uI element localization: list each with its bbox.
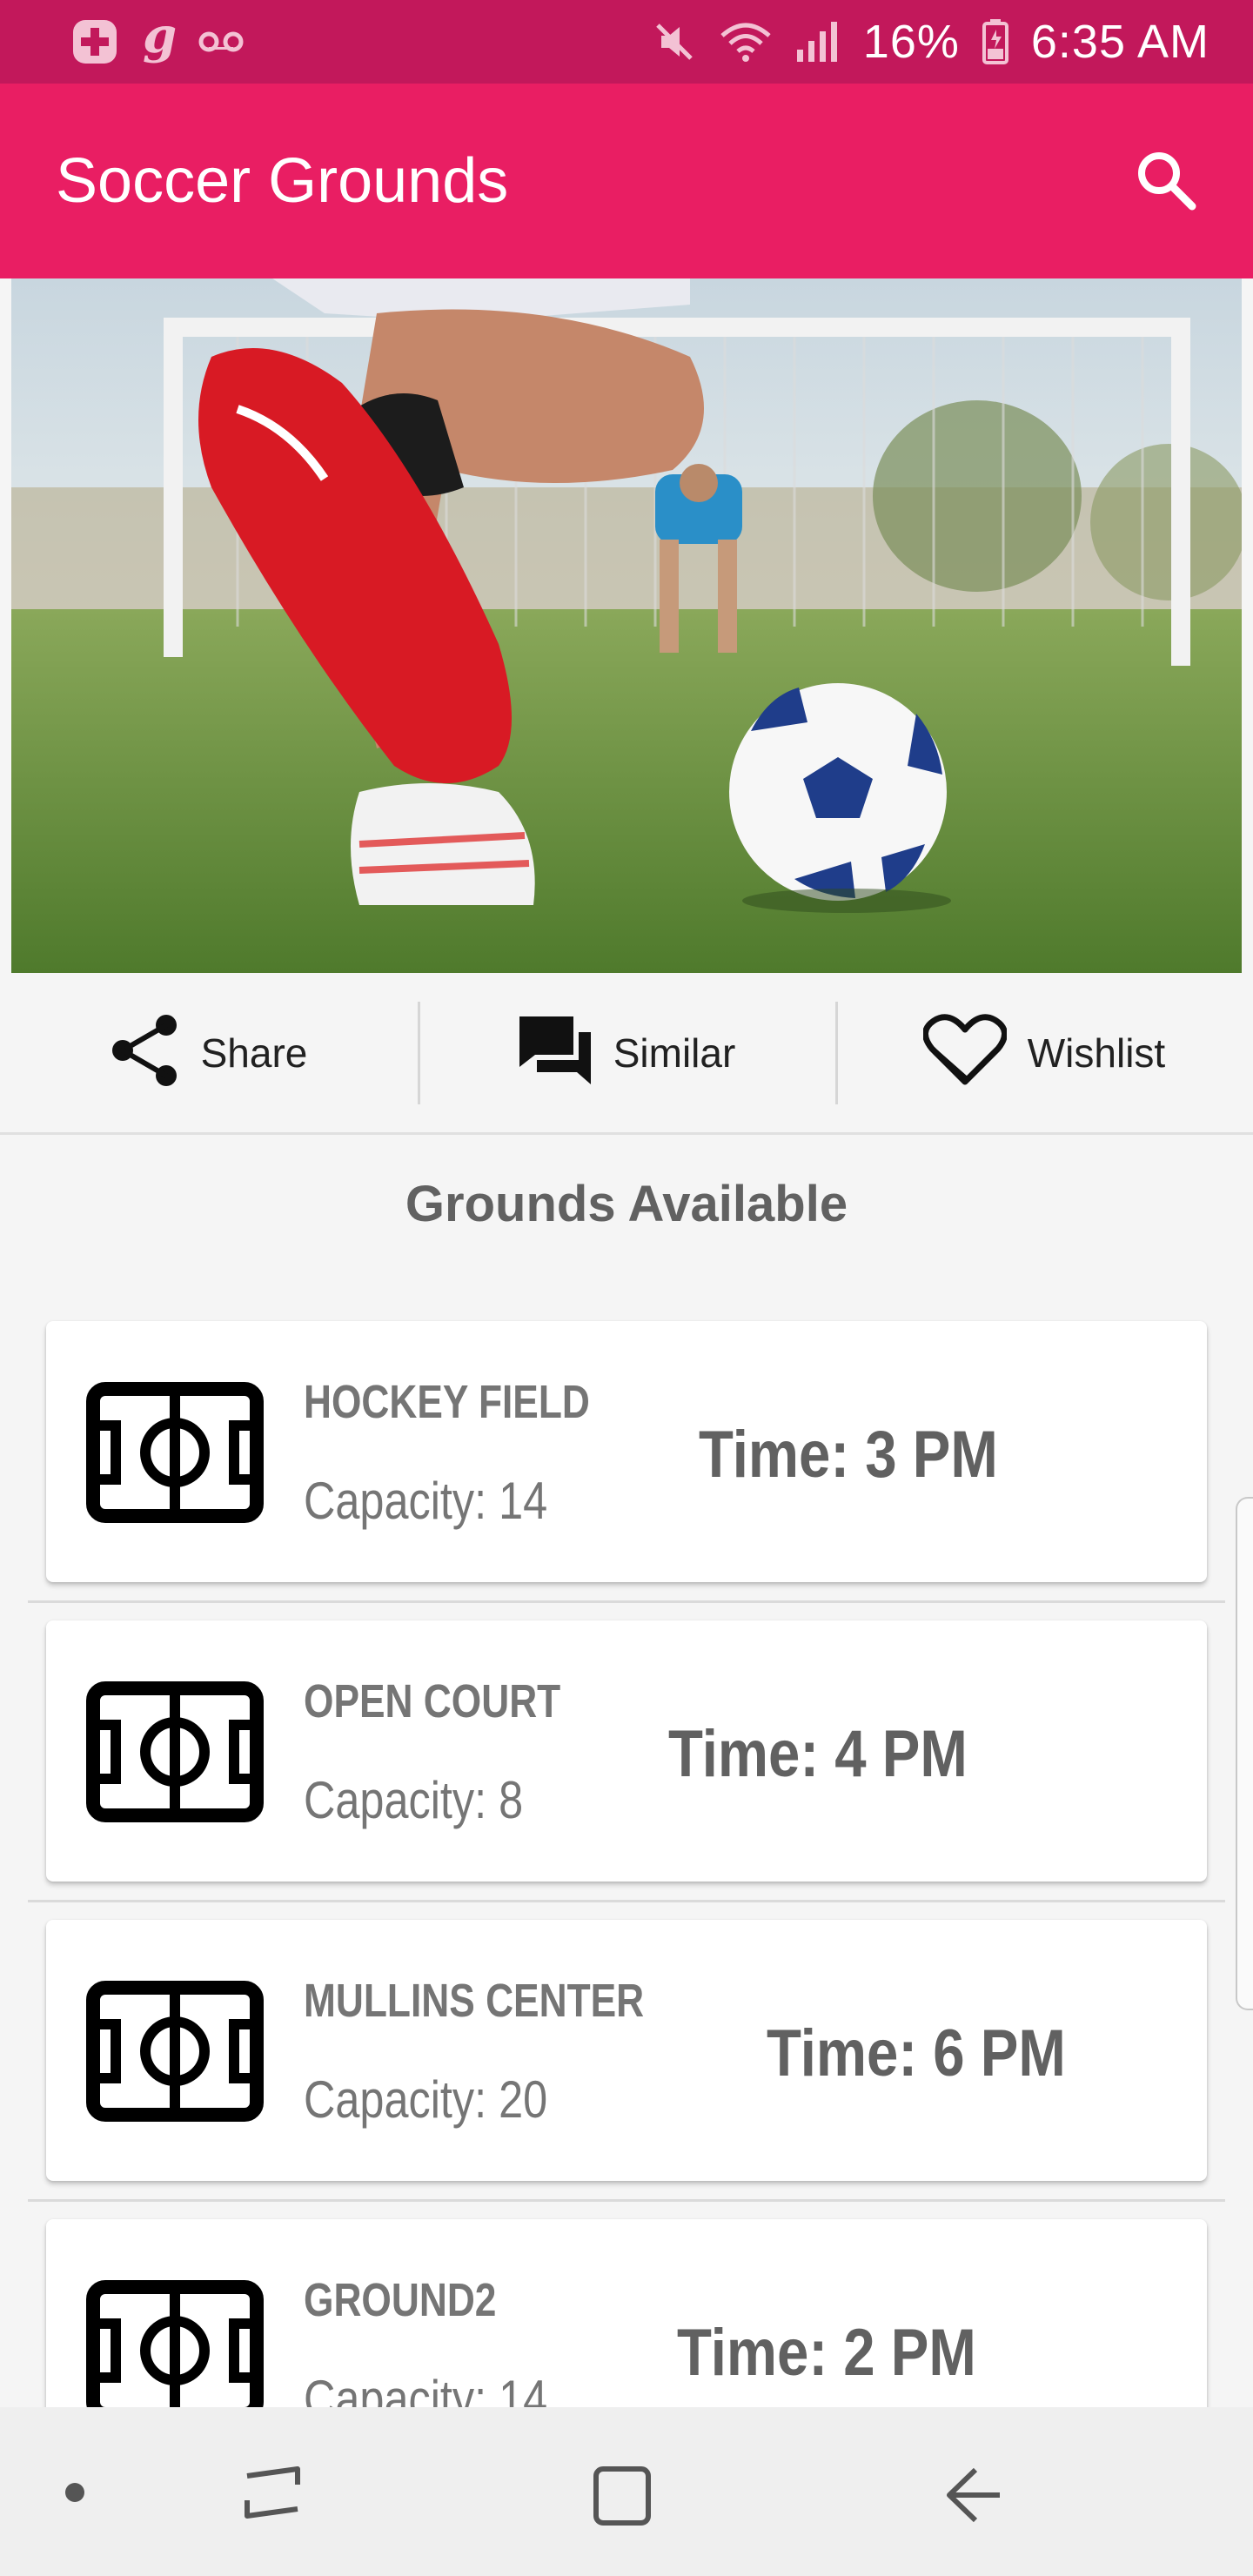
back-icon[interactable] — [944, 2465, 1003, 2530]
list-divider — [28, 1900, 1225, 1902]
ground-capacity: Capacity: 20 — [304, 2070, 548, 2129]
recents-icon[interactable] — [242, 2464, 303, 2526]
ground-card-open-court[interactable]: OPEN COURT Capacity: 8 Time: 4 PM — [46, 1620, 1207, 1882]
ground-time: Time: 4 PM — [668, 1717, 968, 1791]
ground-capacity: Capacity: 14 — [304, 1472, 548, 1530]
ground-card-ground2[interactable]: GROUND2 Capacity: 14 Time: 2 PM — [46, 2219, 1207, 2407]
ground-time: Time: 6 PM — [767, 2016, 1066, 2090]
ground-capacity: Capacity: 8 — [304, 1771, 524, 1829]
ground-card-mullins-center[interactable]: MULLINS CENTER Capacity: 20 Time: 6 PM — [46, 1920, 1207, 2181]
ground-card-hockey-field[interactable]: HOCKEY FIELD Capacity: 14 Time: 3 PM — [46, 1321, 1207, 1582]
ground-name: GROUND2 — [304, 2274, 497, 2326]
ground-name: OPEN COURT — [304, 1675, 561, 1727]
ground-time: Time: 3 PM — [699, 1418, 998, 1492]
ground-name: HOCKEY FIELD — [304, 1376, 590, 1428]
home-icon[interactable] — [592, 2465, 653, 2532]
ground-name: MULLINS CENTER — [304, 1975, 645, 2027]
nav-dot-icon[interactable] — [63, 2480, 87, 2509]
navigation-bar — [0, 2407, 1253, 2576]
list-divider — [28, 2199, 1225, 2202]
field-icon — [86, 1382, 264, 1527]
ground-capacity: Capacity: 14 — [304, 2370, 548, 2407]
field-icon — [86, 2280, 264, 2407]
scrollbar-handle[interactable] — [1236, 1497, 1253, 2010]
field-icon — [86, 1981, 264, 2126]
field-icon — [86, 1681, 264, 1827]
grounds-list: HOCKEY FIELD Capacity: 14 Time: 3 PM OPE… — [0, 0, 1253, 2407]
ground-time: Time: 2 PM — [677, 2316, 976, 2390]
list-divider — [28, 1600, 1225, 1603]
